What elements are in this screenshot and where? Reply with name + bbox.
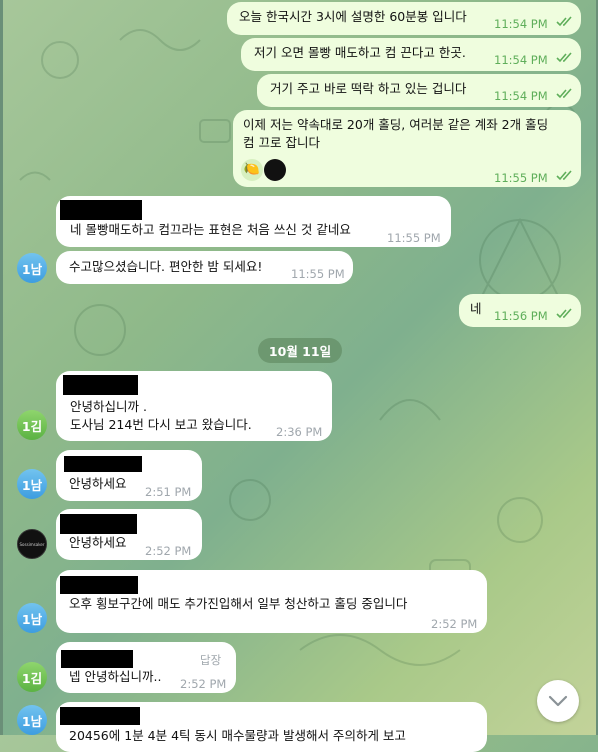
incoming-message[interactable]: 안녕하세요 2:52 PM xyxy=(56,509,202,560)
message-time: 11:56 PM xyxy=(494,309,548,323)
redacted-sender-name xyxy=(60,576,138,594)
redacted-sender-name xyxy=(61,650,133,668)
avatar[interactable]: 1남 xyxy=(17,603,47,633)
redacted-sender-name xyxy=(63,375,138,395)
date-separator: 10월 11일 xyxy=(258,338,342,363)
reaction-avatar-icon[interactable] xyxy=(264,159,286,181)
message-text: 오늘 한국시간 3시에 설명한 60분봉 입니다 xyxy=(239,9,467,24)
incoming-message[interactable]: 20456에 1분 4분 4틱 동시 매수물량과 발생해서 주의하게 보고 xyxy=(56,702,487,752)
message-text: 거기 주고 바로 떡락 하고 있는 겁니다 xyxy=(270,81,467,96)
incoming-message[interactable]: 오후 횡보구간에 매도 추가진입해서 일부 청산하고 홀딩 중입니다 2:52 … xyxy=(56,570,487,633)
redacted-sender-name xyxy=(64,456,142,472)
message-time: 2:36 PM xyxy=(276,425,323,439)
message-text-line2: 컴 끄로 잡니다 xyxy=(243,135,320,150)
message-text: 20456에 1분 4분 4틱 동시 매수물량과 발생해서 주의하게 보고 xyxy=(69,728,406,743)
avatar-label: Sossimsaker xyxy=(19,541,45,547)
incoming-message[interactable]: 수고많으셨습니다. 편안한 밤 되세요! 11:55 PM xyxy=(56,251,353,284)
message-time: 11:55 PM xyxy=(291,267,345,281)
incoming-message[interactable]: 네 몰빵매도하고 컴끄라는 표현은 처음 쓰신 것 같네요 11:55 PM xyxy=(56,196,451,247)
channel-avatar[interactable]: Sossimsaker xyxy=(17,529,47,559)
outgoing-message[interactable]: 저기 오면 몰빵 매도하고 컴 끈다고 한곳. 11:54 PM xyxy=(241,38,581,71)
message-text-line2: 도사님 214번 다시 보고 왔습니다. xyxy=(70,417,252,432)
avatar[interactable]: 1남 xyxy=(17,253,47,283)
double-check-icon xyxy=(556,88,572,99)
avatar[interactable]: 1남 xyxy=(17,469,47,499)
message-text: 네 몰빵매도하고 컴끄라는 표현은 처음 쓰신 것 같네요 xyxy=(70,222,351,237)
message-time: 2:52 PM xyxy=(431,617,478,631)
outgoing-message[interactable]: 이제 저는 약속대로 20개 홀딩, 여러분 같은 계좌 2개 홀딩 컴 끄로 … xyxy=(233,110,581,187)
message-time: 11:55 PM xyxy=(387,231,441,245)
outgoing-message[interactable]: 오늘 한국시간 3시에 설명한 60분봉 입니다 11:54 PM xyxy=(227,2,581,35)
incoming-message[interactable]: 안녕하세요 2:51 PM xyxy=(56,450,202,501)
message-text: 수고많으셨습니다. 편안한 밤 되세요! xyxy=(69,259,263,274)
outgoing-message[interactable]: 거기 주고 바로 떡락 하고 있는 겁니다 11:54 PM xyxy=(257,74,581,107)
redacted-sender-name xyxy=(60,707,140,725)
reply-label[interactable]: 답장 xyxy=(200,651,221,669)
message-text: 오후 횡보구간에 매도 추가진입해서 일부 청산하고 홀딩 중입니다 xyxy=(69,596,408,611)
message-time: 2:51 PM xyxy=(145,485,192,499)
message-text-line1: 이제 저는 약속대로 20개 홀딩, 여러분 같은 계좌 2개 홀딩 xyxy=(243,117,549,132)
message-text: 안녕하세요 xyxy=(69,535,127,550)
incoming-message[interactable]: 답장 넵 안녕하십니까.. 2:52 PM xyxy=(56,642,236,693)
message-text: 안녕하세요 xyxy=(69,476,127,491)
double-check-icon xyxy=(556,308,572,319)
message-text: 저기 오면 몰빵 매도하고 컴 끈다고 한곳. xyxy=(254,45,466,60)
message-time: 11:54 PM xyxy=(494,17,548,31)
message-time: 11:55 PM xyxy=(494,171,548,185)
double-check-icon xyxy=(556,52,572,63)
message-time: 11:54 PM xyxy=(494,53,548,67)
avatar[interactable]: 1김 xyxy=(17,410,47,440)
redacted-sender-name xyxy=(60,514,137,534)
window-left-edge xyxy=(0,0,3,735)
avatar[interactable]: 1남 xyxy=(17,705,47,735)
chevron-down-icon xyxy=(548,695,568,707)
message-text: 넵 안녕하십니까.. xyxy=(69,669,162,684)
message-time: 2:52 PM xyxy=(180,677,227,691)
emoji-reaction-1[interactable]: 🍋 xyxy=(241,159,263,181)
double-check-icon xyxy=(556,170,572,181)
double-check-icon xyxy=(556,16,572,27)
outgoing-message[interactable]: 네 11:56 PM xyxy=(459,294,581,327)
message-time: 2:52 PM xyxy=(145,544,192,558)
scroll-down-button[interactable] xyxy=(537,680,579,722)
message-text-line1: 안녕하십니까 . xyxy=(70,399,147,414)
avatar[interactable]: 1김 xyxy=(17,662,47,692)
message-text: 네 xyxy=(470,301,482,316)
incoming-message[interactable]: 안녕하십니까 . 도사님 214번 다시 보고 왔습니다. 2:36 PM xyxy=(56,371,332,441)
message-time: 11:54 PM xyxy=(494,89,548,103)
redacted-sender-name xyxy=(60,200,142,220)
